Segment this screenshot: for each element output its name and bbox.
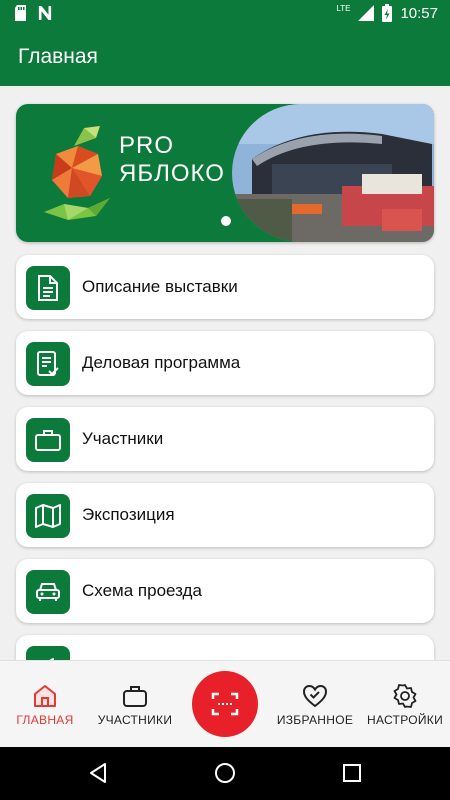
apple-logo-icon xyxy=(44,126,110,220)
qr-scan-button[interactable] xyxy=(192,671,258,737)
battery-charging-icon xyxy=(382,4,393,22)
app-bar: Главная xyxy=(0,28,450,86)
menu-icon-box xyxy=(26,646,70,660)
menu-item-participants[interactable]: Участники xyxy=(16,407,434,471)
nav-favorites[interactable]: ИЗБРАННОЕ xyxy=(270,661,360,748)
menu-item-exposition[interactable]: Экспозиция xyxy=(16,483,434,547)
nav-settings-label: НАСТРОЙКИ xyxy=(366,713,444,727)
nav-home[interactable]: ГЛАВНАЯ xyxy=(0,661,90,748)
home-icon xyxy=(34,685,56,707)
menu-item-news[interactable] xyxy=(16,635,434,660)
nav-home-label: ГЛАВНАЯ xyxy=(16,713,74,727)
system-navigation-bar xyxy=(0,747,450,800)
notification-n-icon xyxy=(38,6,52,20)
menu-item-directions[interactable]: Схема проезда xyxy=(16,559,434,623)
scan-icon xyxy=(211,692,239,716)
page-title: Главная xyxy=(18,45,98,68)
expo-building-image xyxy=(232,104,434,242)
nav-participants-label: УЧАСТНИКИ xyxy=(97,713,173,727)
carousel-indicator-dot[interactable] xyxy=(221,216,231,226)
menu-item-label: Деловая программа xyxy=(82,353,241,372)
briefcase-icon xyxy=(35,430,61,451)
status-bar: LTE 10:57 xyxy=(0,0,450,28)
menu-item-label: Описание выставки xyxy=(82,277,238,296)
sd-card-icon xyxy=(15,5,26,21)
home-circle-icon[interactable] xyxy=(213,761,237,785)
car-icon xyxy=(36,583,60,601)
nav-favorites-label: ИЗБРАННОЕ xyxy=(276,713,354,727)
menu-item-label: Схема проезда xyxy=(82,581,202,600)
network-type: LTE xyxy=(336,3,351,13)
menu-item-exhibition-description[interactable]: Описание выставки xyxy=(16,255,434,319)
menu-item-label: Участники xyxy=(82,429,164,448)
gear-icon xyxy=(393,684,417,708)
briefcase-icon xyxy=(123,686,147,707)
map-icon xyxy=(35,504,61,528)
promo-banner[interactable]: PRO ЯБЛОКО xyxy=(16,104,434,242)
main-content: PRO ЯБЛОКО Описание выставки Деловая про… xyxy=(0,86,450,660)
menu-item-business-program[interactable]: Деловая программа xyxy=(16,331,434,395)
nav-settings[interactable]: НАСТРОЙКИ xyxy=(360,661,450,748)
document-icon xyxy=(38,275,58,301)
checklist-icon xyxy=(37,351,59,376)
menu-item-label: Экспозиция xyxy=(82,505,175,524)
back-icon[interactable] xyxy=(86,761,110,785)
menu-icon-box xyxy=(26,570,70,614)
banner-logo-text: PRO ЯБЛОКО xyxy=(119,132,225,187)
recents-icon[interactable] xyxy=(340,761,364,785)
signal-icon xyxy=(358,5,375,21)
banner-photo xyxy=(232,104,434,242)
menu-icon-box xyxy=(26,494,70,538)
menu-icon-box xyxy=(26,266,70,310)
bottom-navigation: ГЛАВНАЯ УЧАСТНИКИ ИЗБРАННОЕ НАСТРОЙКИ xyxy=(0,660,450,748)
nav-participants[interactable]: УЧАСТНИКИ xyxy=(90,661,180,748)
menu-icon-box xyxy=(26,342,70,386)
menu-icon-box xyxy=(26,418,70,462)
heart-check-icon xyxy=(302,684,328,708)
status-time: 10:57 xyxy=(400,4,438,22)
